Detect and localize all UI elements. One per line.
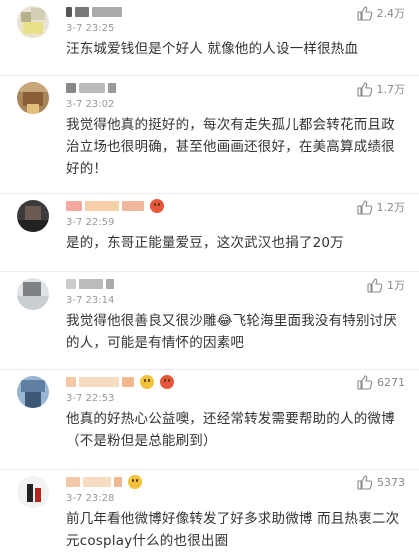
like-button[interactable]: 1.7万 xyxy=(356,81,406,97)
emoji-icon xyxy=(160,375,174,389)
comment-time: 3-7 22:53 xyxy=(66,393,115,404)
like-button[interactable]: 1万 xyxy=(367,277,405,293)
comment-item: 3-7 22:53 6271 他真的好热心公益噢，还经常转发需要帮助的人的微博（… xyxy=(0,370,419,470)
comment-time: 3-7 23:14 xyxy=(66,295,115,306)
emoji-icon xyxy=(140,375,154,389)
username[interactable] xyxy=(66,5,122,19)
comment-text: 是的，东哥正能量爱豆，这次武汉也捐了20万 xyxy=(66,235,344,251)
username[interactable] xyxy=(66,277,114,291)
comment-time: 3-7 23:02 xyxy=(66,99,115,110)
thumbs-up-icon xyxy=(356,81,372,97)
like-button[interactable]: 5373 xyxy=(357,475,405,490)
comment-item: 3-7 23:02 1.7万 我觉得他真的挺好的，每次有走失孤儿都会转花而且政治… xyxy=(0,76,419,194)
thumbs-up-icon xyxy=(357,375,373,390)
like-button[interactable]: 1.2万 xyxy=(356,199,406,215)
username[interactable] xyxy=(66,199,164,213)
emoji-icon xyxy=(150,199,164,213)
like-count: 5373 xyxy=(377,476,405,489)
like-button[interactable]: 2.4万 xyxy=(356,5,406,21)
like-count: 1.2万 xyxy=(376,201,406,214)
avatar[interactable] xyxy=(17,200,49,232)
thumbs-up-icon xyxy=(356,5,372,21)
avatar[interactable] xyxy=(17,278,49,310)
comment-text: 我觉得他真的挺好的，每次有走失孤儿都会转花而且政治立场也很明确，甚至他画画还很好… xyxy=(66,117,395,177)
comment-item: 3-7 22:59 1.2万 是的，东哥正能量爱豆，这次武汉也捐了20万 xyxy=(0,194,419,272)
like-count: 2.4万 xyxy=(376,7,406,20)
comment-item: 3-7 23:14 1万 我觉得他很善良又很沙雕😂飞轮海里面我没有特别讨厌的人，… xyxy=(0,272,419,370)
username[interactable] xyxy=(66,81,116,95)
avatar[interactable] xyxy=(17,476,49,508)
username[interactable] xyxy=(66,475,142,489)
thumbs-up-icon xyxy=(356,199,372,215)
avatar[interactable] xyxy=(17,82,49,114)
comment-text: 前几年看他微博好像转发了好多求助微博 而且热衷二次元cosplay什么的也很出圈 xyxy=(66,511,400,549)
avatar[interactable] xyxy=(17,376,49,408)
comment-time: 3-7 23:28 xyxy=(66,493,115,504)
comment-text: 他真的好热心公益噢，还经常转发需要帮助的人的微博（不是粉但是总能刷到） xyxy=(66,411,395,449)
comment-text: 汪东城爱钱但是个好人 就像他的人设一样很热血 xyxy=(66,41,359,57)
emoji-icon xyxy=(128,475,142,489)
comment-item: 3-7 23:28 5373 前几年看他微博好像转发了好多求助微博 而且热衷二次… xyxy=(0,470,419,560)
like-button[interactable]: 6271 xyxy=(357,375,405,390)
comment-item: 3-7 23:25 2.4万 汪东城爱钱但是个好人 就像他的人设一样很热血 xyxy=(0,0,419,76)
like-count: 1.7万 xyxy=(376,83,406,96)
like-count: 6271 xyxy=(377,376,405,389)
comment-text: 我觉得他很善良又很沙雕😂飞轮海里面我没有特别讨厌的人，可能是有情怀的因素吧 xyxy=(66,313,398,351)
thumbs-up-icon xyxy=(367,277,383,293)
username[interactable] xyxy=(66,375,174,389)
comment-time: 3-7 22:59 xyxy=(66,217,115,228)
comment-time: 3-7 23:25 xyxy=(66,23,115,34)
thumbs-up-icon xyxy=(357,475,373,490)
like-count: 1万 xyxy=(387,279,405,292)
avatar[interactable] xyxy=(17,6,49,38)
